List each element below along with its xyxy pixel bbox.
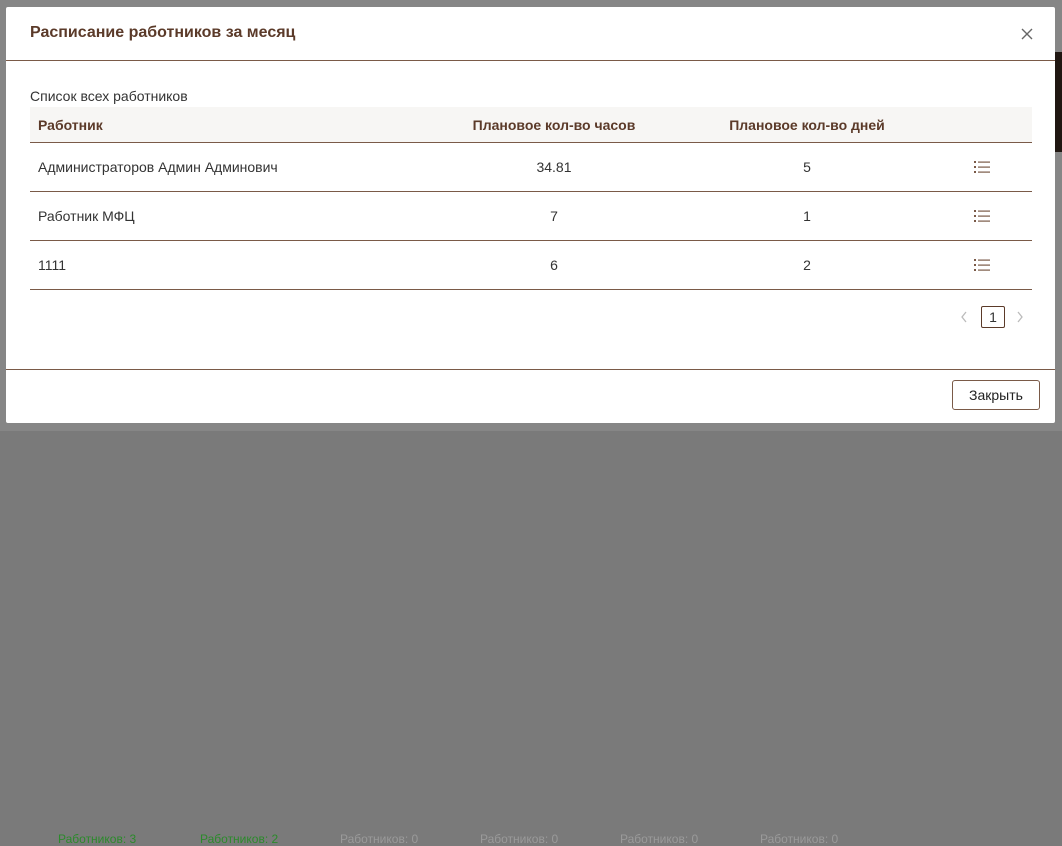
modal-footer: Закрыть [6,369,1055,424]
column-header-days: Плановое кол-во дней [729,117,885,133]
employees-table: Работник Плановое кол-во часов Плановое … [30,107,1032,290]
schedule-modal: Расписание работников за месяц Список вс… [6,7,1055,423]
planned-days: 1 [803,208,811,224]
employees-list-label: Список всех работников [30,88,188,104]
planned-days: 2 [803,257,811,273]
planned-hours: 7 [550,208,558,224]
table-row: 1111 6 2 [30,241,1032,290]
background-cell: Работников: 0 [760,832,839,846]
planned-days: 5 [803,159,811,175]
list-icon[interactable] [974,208,990,224]
planned-hours: 6 [550,257,558,273]
background-cell: Работников: 3 [58,832,137,846]
employee-name: Администраторов Админ Админович [38,159,278,175]
column-header-hours: Плановое кол-во часов [472,117,636,133]
list-icon[interactable] [974,257,990,273]
close-icon[interactable] [1019,26,1035,42]
list-icon[interactable] [974,159,990,175]
chevron-right-icon[interactable] [1015,310,1025,324]
chevron-left-icon[interactable] [959,310,969,324]
background-cell: Работников: 0 [340,832,419,846]
table-header: Работник Плановое кол-во часов Плановое … [30,107,1032,143]
pagination: 1 [959,306,1025,328]
modal-title: Расписание работников за месяц [30,24,296,41]
planned-hours: 34.81 [536,159,572,175]
column-header-employee: Работник [38,117,103,133]
background-cell: Работников: 2 [200,832,279,846]
employee-name: Работник МФЦ [38,208,135,224]
table-row: Администраторов Админ Админович 34.81 5 [30,143,1032,192]
modal-header: Расписание работников за месяц [6,7,1055,61]
employee-name: 1111 [38,257,67,273]
close-button[interactable]: Закрыть [952,380,1040,410]
background-cell: Работников: 0 [480,832,559,846]
page-number-current[interactable]: 1 [981,306,1005,328]
background-cell: Работников: 0 [620,832,699,846]
table-row: Работник МФЦ 7 1 [30,192,1032,241]
